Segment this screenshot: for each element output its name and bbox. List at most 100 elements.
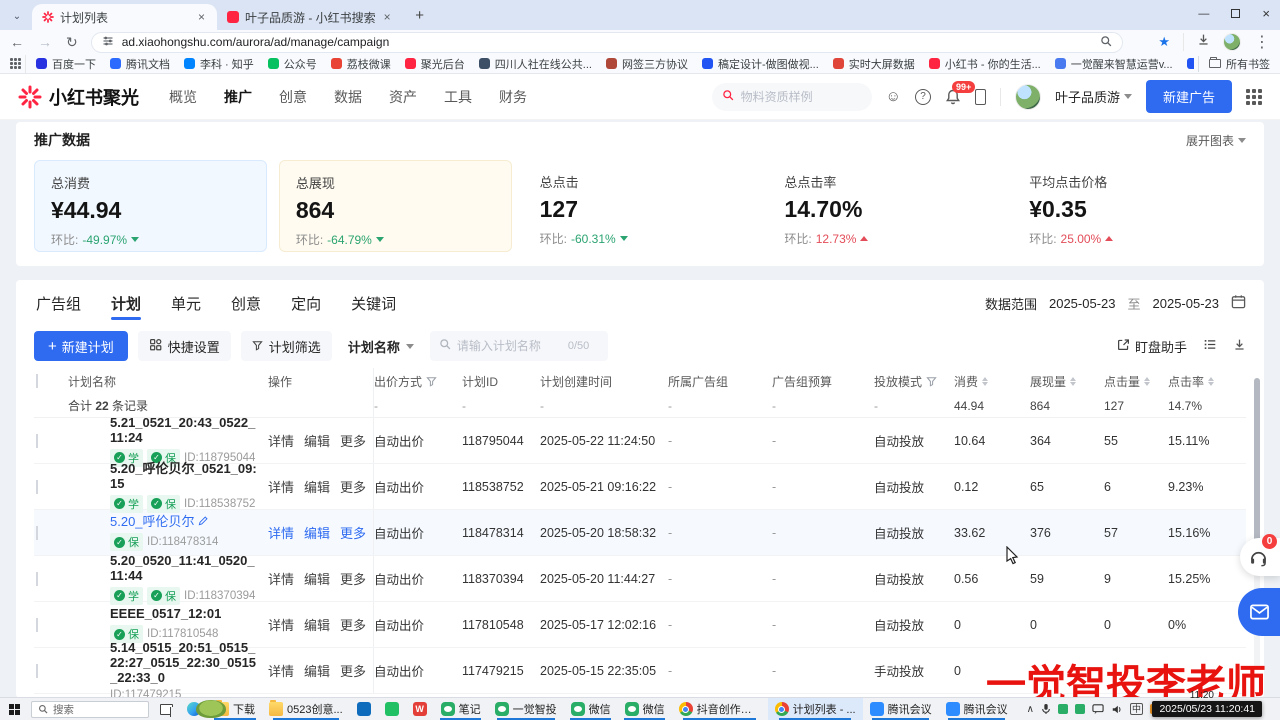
customer-service-button[interactable]: 0 xyxy=(1240,538,1280,576)
address-bar[interactable]: ad.xiaohongshu.com/aurora/ad/manage/camp… xyxy=(92,33,1122,52)
nav-item-推广[interactable]: 推广 xyxy=(224,87,252,107)
plan-filter-button[interactable]: 计划筛选 xyxy=(241,331,332,361)
nav-item-概览[interactable]: 概览 xyxy=(169,87,197,107)
filter-funnel-icon[interactable] xyxy=(426,376,437,387)
bookmark-item[interactable]: 小红书 - 你的生活... xyxy=(923,55,1047,73)
app-logo[interactable]: 小红书聚光 xyxy=(18,84,139,110)
tab-计划[interactable]: 计划 xyxy=(109,285,143,322)
microphone-icon[interactable] xyxy=(1041,703,1051,715)
bookmark-item[interactable]: 实时大屏数据 xyxy=(827,55,921,73)
header-search[interactable] xyxy=(712,83,872,111)
notification-bell-icon[interactable]: 99+ xyxy=(945,89,961,105)
account-avatar[interactable] xyxy=(1015,84,1041,110)
new-plan-button[interactable]: +新建计划 xyxy=(34,331,128,361)
site-settings-icon[interactable] xyxy=(102,35,114,50)
action-详情[interactable]: 详情 xyxy=(268,523,294,542)
date-from[interactable]: 2025-05-23 xyxy=(1049,296,1116,311)
sort-icon[interactable] xyxy=(1208,377,1214,386)
action-编辑[interactable]: 编辑 xyxy=(304,431,330,450)
row-checkbox[interactable] xyxy=(36,618,38,632)
new-tab-button[interactable]: + xyxy=(409,4,431,26)
row-checkbox[interactable] xyxy=(36,480,38,494)
browser-tab[interactable]: 叶子品质游 - 小红书搜索× xyxy=(217,4,403,30)
action-编辑[interactable]: 编辑 xyxy=(304,569,330,588)
action-详情[interactable]: 详情 xyxy=(268,661,294,680)
tab-关键词[interactable]: 关键词 xyxy=(349,285,398,322)
bookmark-item[interactable]: 聚光后台 xyxy=(399,55,471,73)
action-更多[interactable]: 更多 xyxy=(340,661,366,680)
bookmark-item[interactable]: 网签三方协议 xyxy=(600,55,694,73)
select-all-checkbox[interactable] xyxy=(34,374,68,388)
task-view-button[interactable] xyxy=(153,698,180,720)
browser-tab[interactable]: 计划列表× xyxy=(32,4,217,30)
action-详情[interactable]: 详情 xyxy=(268,569,294,588)
taskbar-item-计划列表 - ...[interactable]: 计划列表 - ... xyxy=(768,698,863,720)
wechat-tray-icon[interactable] xyxy=(1058,704,1068,714)
tab-定向[interactable]: 定向 xyxy=(289,285,323,322)
custom-columns-icon[interactable] xyxy=(1203,338,1217,354)
bookmark-item[interactable]: 百度一下 xyxy=(30,55,102,73)
bookmark-item[interactable]: 稿定设计-做图做视... xyxy=(1181,55,1194,73)
bookmark-item[interactable]: 李科 · 知乎 xyxy=(178,55,260,73)
browser-profile-avatar[interactable] xyxy=(1223,33,1241,51)
sort-icon[interactable] xyxy=(1144,377,1150,386)
filter-funnel-icon[interactable] xyxy=(926,376,937,387)
row-checkbox[interactable] xyxy=(36,434,38,448)
row-checkbox[interactable] xyxy=(36,664,38,678)
tab-创意[interactable]: 创意 xyxy=(229,285,263,322)
nav-item-工具[interactable]: 工具 xyxy=(444,87,472,107)
action-详情[interactable]: 详情 xyxy=(268,477,294,496)
taskbar-item-mailg[interactable] xyxy=(378,698,406,720)
nav-item-数据[interactable]: 数据 xyxy=(334,87,362,107)
wechat-tray-icon[interactable] xyxy=(1075,704,1085,714)
plan-name[interactable]: 5.21_0521_20:43_0522_11:24 xyxy=(110,415,260,445)
taskbar-clock-time[interactable]: 11:20 xyxy=(1190,690,1214,701)
mobile-device-icon[interactable] xyxy=(975,89,986,105)
taskbar-item-0523创意...[interactable]: 0523创意... xyxy=(262,698,350,720)
emoji-face-icon[interactable]: ☺ xyxy=(886,88,901,105)
sort-icon[interactable] xyxy=(982,377,988,386)
quick-settings-button[interactable]: 快捷设置 xyxy=(138,331,231,361)
forward-button[interactable]: → xyxy=(38,34,52,50)
action-编辑[interactable]: 编辑 xyxy=(304,661,330,680)
downloads-icon[interactable] xyxy=(1197,33,1210,51)
tab-广告组[interactable]: 广告组 xyxy=(34,285,83,322)
scrollbar-thumb[interactable] xyxy=(1254,378,1260,554)
plan-search-input[interactable] xyxy=(457,339,562,353)
action-编辑[interactable]: 编辑 xyxy=(304,523,330,542)
apps-grid-icon[interactable] xyxy=(10,58,21,69)
taskbar-item-微信[interactable]: 微信 xyxy=(564,698,618,720)
window-close-button[interactable]: × xyxy=(1262,6,1270,21)
action-详情[interactable]: 详情 xyxy=(268,431,294,450)
plan-name-editable[interactable]: 5.20_呼伦贝尔 xyxy=(110,514,260,529)
taskbar-item-腾讯会议[interactable]: 腾讯会议 xyxy=(939,698,1015,720)
bookmark-item[interactable]: 一觉醒来智慧运营v... xyxy=(1049,55,1179,73)
plan-name[interactable]: 5.14_0515_20:51_0515_22:27_0515_22:30_05… xyxy=(110,640,260,685)
taskbar-item-wps[interactable]: W xyxy=(406,698,434,720)
plan-name[interactable]: 5.20_0520_11:41_0520_11:44 xyxy=(110,553,260,583)
ime-indicator[interactable]: 中 xyxy=(1130,703,1143,715)
expand-chart-link[interactable]: 展开图表 xyxy=(1186,132,1246,149)
nav-item-资产[interactable]: 资产 xyxy=(389,87,417,107)
start-button[interactable] xyxy=(2,698,27,720)
bookmark-item[interactable]: 稿定设计-做图做视... xyxy=(696,55,825,73)
bookmark-star-icon[interactable]: ★ xyxy=(1158,34,1170,50)
back-button[interactable]: ← xyxy=(10,34,24,50)
action-详情[interactable]: 详情 xyxy=(268,615,294,634)
plan-name[interactable]: 5.20_呼伦贝尔_0521_09:15 xyxy=(110,461,260,491)
taskbar-item-笔记[interactable]: 笔记 xyxy=(434,698,488,720)
tab-search-chevron-icon[interactable]: ⌄ xyxy=(8,7,26,25)
chat-tray-icon[interactable] xyxy=(1092,704,1104,715)
taskbar-search[interactable]: 搜索 xyxy=(27,698,153,720)
plan-search[interactable]: 0/50 xyxy=(430,331,608,361)
zoom-icon[interactable] xyxy=(1100,35,1112,50)
app-grid-menu-icon[interactable] xyxy=(1246,89,1262,105)
row-checkbox[interactable] xyxy=(36,526,38,540)
row-checkbox[interactable] xyxy=(36,572,38,586)
taskbar-item-腾讯会议[interactable]: 腾讯会议 xyxy=(863,698,939,720)
download-report-icon[interactable] xyxy=(1233,338,1246,354)
reload-button[interactable]: ↻ xyxy=(66,34,78,51)
action-更多[interactable]: 更多 xyxy=(340,431,366,450)
taskbar-item-抖音创作者...[interactable]: 抖音创作者... xyxy=(672,698,768,720)
bookmark-item[interactable]: 公众号 xyxy=(262,55,323,73)
